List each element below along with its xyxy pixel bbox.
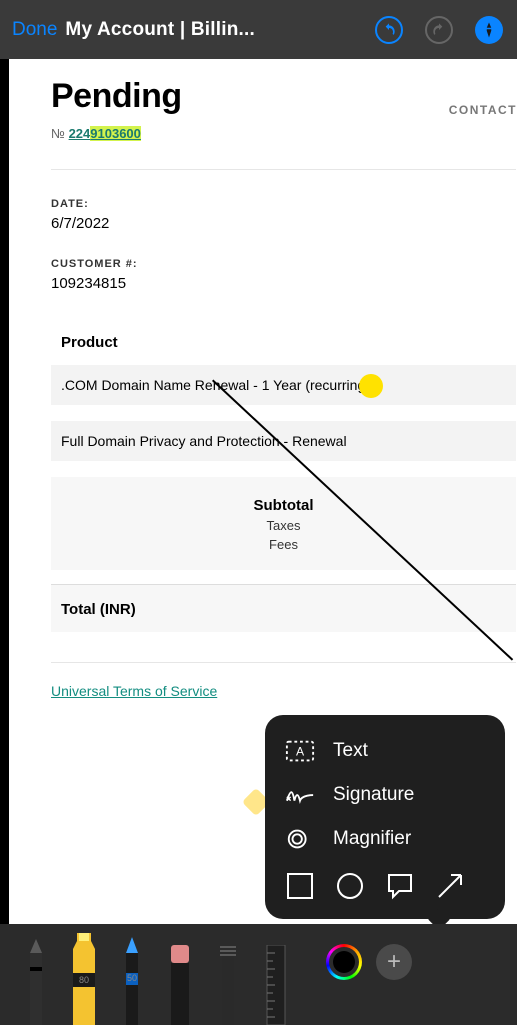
- pen-tool[interactable]: [18, 935, 54, 1025]
- invoice-number: № 2249103600: [51, 126, 517, 141]
- markup-toggle[interactable]: [475, 16, 503, 44]
- markup-icon: [480, 21, 498, 39]
- product-row: .COM Domain Name Renewal - 1 Year (recur…: [51, 365, 516, 405]
- redo-icon: [431, 22, 447, 38]
- divider: [51, 169, 516, 170]
- undo-button[interactable]: [375, 16, 403, 44]
- lasso-tool[interactable]: [210, 935, 246, 1025]
- tool-size-label: 50: [127, 973, 137, 983]
- add-button[interactable]: +: [376, 944, 412, 980]
- subtotal-label: Subtotal: [51, 497, 516, 514]
- shape-row: [265, 861, 505, 905]
- markup-top-bar: Done My Account | Billin...: [0, 0, 517, 59]
- eraser-tool[interactable]: [162, 935, 198, 1025]
- customer-value: 109234815: [51, 275, 517, 292]
- tos-link[interactable]: Universal Terms of Service: [51, 683, 217, 699]
- add-popover: A Text Signature Magnifier: [265, 715, 505, 919]
- summary-box: Subtotal Taxes Fees: [51, 477, 516, 570]
- customer-label: CUSTOMER #:: [51, 258, 517, 270]
- done-button[interactable]: Done: [12, 19, 57, 41]
- speech-shape[interactable]: [385, 871, 415, 901]
- invoice-number-link[interactable]: 2249103600: [69, 126, 141, 141]
- svg-text:A: A: [296, 745, 305, 759]
- taxes-label: Taxes: [51, 518, 516, 533]
- date-value: 6/7/2022: [51, 215, 517, 232]
- popover-magnifier-label: Magnifier: [333, 828, 411, 850]
- product-header: Product: [51, 334, 516, 365]
- invoice-status: Pending: [51, 77, 517, 116]
- tool-size-label: 80: [79, 975, 89, 985]
- circle-shape[interactable]: [335, 871, 365, 901]
- color-picker[interactable]: [326, 944, 362, 980]
- popover-signature[interactable]: Signature: [265, 773, 505, 817]
- undo-icon: [381, 22, 397, 38]
- magnifier-icon: [285, 827, 315, 851]
- popover-text-label: Text: [333, 740, 368, 762]
- popover-signature-label: Signature: [333, 784, 414, 806]
- pencil-tool[interactable]: 50: [114, 935, 150, 1025]
- text-icon: A: [285, 739, 315, 763]
- divider: [51, 662, 516, 663]
- signature-icon: [285, 783, 315, 807]
- square-shape[interactable]: [285, 871, 315, 901]
- fees-label: Fees: [51, 537, 516, 552]
- document-title: My Account | Billin...: [65, 19, 255, 41]
- popover-text[interactable]: A Text: [265, 729, 505, 773]
- date-label: DATE:: [51, 198, 517, 210]
- arrow-shape[interactable]: [435, 871, 465, 901]
- markup-toolbar: 80 50 +: [0, 924, 517, 1025]
- total-label: Total (INR): [51, 585, 516, 632]
- ruler-tool[interactable]: [258, 935, 294, 1025]
- plus-icon: +: [387, 948, 401, 976]
- redo-button: [425, 16, 453, 44]
- popover-magnifier[interactable]: Magnifier: [265, 817, 505, 861]
- highlighter-tool[interactable]: 80: [66, 935, 102, 1025]
- contact-link[interactable]: CONTACT: [449, 103, 517, 117]
- product-row: Full Domain Privacy and Protection - Ren…: [51, 421, 516, 461]
